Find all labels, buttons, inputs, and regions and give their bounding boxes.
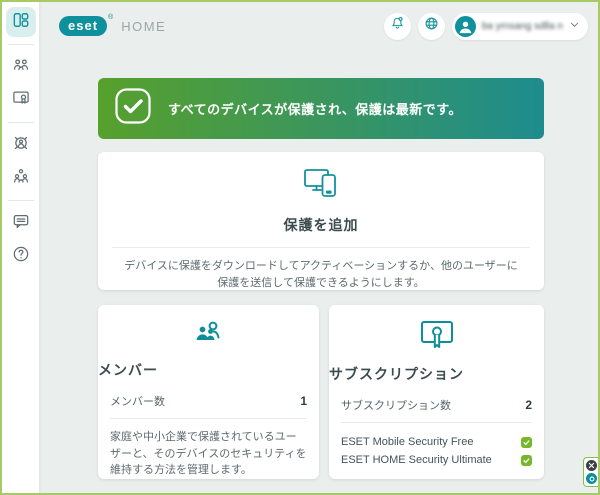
add-protection-title: 保護を追加: [283, 217, 359, 233]
members-group-icon: [98, 319, 319, 351]
chat-icon: [11, 211, 31, 236]
divider: [341, 422, 532, 423]
user-menu[interactable]: ba yrnsang sdlla n: [451, 12, 588, 40]
check-badge-icon: [521, 436, 532, 448]
sidebar-item-family[interactable]: [6, 163, 36, 193]
devices-icon: [301, 169, 341, 205]
widget-close-icon[interactable]: [586, 460, 597, 471]
sidebar-divider: [7, 44, 34, 45]
subscription-certificate-icon: [329, 319, 544, 355]
sidebar-item-members[interactable]: [6, 52, 36, 82]
divider: [112, 247, 530, 248]
members-title: メンバー: [98, 362, 158, 378]
divider: [110, 418, 307, 419]
sidebar-item-feedback[interactable]: [6, 208, 36, 238]
certificate-icon: [11, 88, 31, 113]
dashboard-icon: [11, 10, 31, 35]
subscription-list: ESET Mobile Security Free ESET HOME Secu…: [329, 433, 544, 469]
subscriptions-title: サブスクリプション: [329, 366, 464, 382]
header-actions: ba yrnsang sdlla n: [383, 12, 588, 40]
subscriptions-count: 2: [525, 398, 532, 412]
floating-widget: [583, 457, 598, 487]
sidebar-item-subscriptions[interactable]: [6, 85, 36, 115]
subscriptions-count-label: サブスクリプション数: [341, 400, 451, 412]
check-square-icon: [114, 87, 152, 130]
help-icon: [11, 244, 31, 269]
sidebar-divider: [7, 200, 34, 201]
product-name: HOME: [121, 19, 167, 34]
sidebar-item-dashboard[interactable]: [5, 7, 36, 37]
subscription-row: ESET Mobile Security Free: [329, 433, 544, 451]
protection-status-banner: すべてのデバイスが保護され、保護は最新です。: [98, 78, 544, 139]
add-protection-description: デバイスに保護をダウンロードしてアクティベーションするか、他のユーザーに保護を送…: [124, 260, 518, 290]
avatar: [454, 15, 476, 37]
user-display-name: ba yrnsang sdlla n: [481, 20, 563, 32]
check-badge-icon: [521, 454, 532, 466]
subscription-name: ESET Mobile Security Free: [341, 436, 474, 448]
subscriptions-card[interactable]: サブスクリプション サブスクリプション数 2 ESET Mobile Secur…: [329, 305, 544, 479]
subscription-name: ESET HOME Security Ultimate: [341, 454, 492, 466]
sidebar: [2, 2, 39, 493]
add-protection-card[interactable]: 保護を追加 デバイスに保護をダウンロードしてアクティベーションするか、他のユーザ…: [98, 152, 544, 290]
members-description: 家庭や中小企業で保護されているユーザーと、そのデバイスのセキュリティを維持する方…: [110, 431, 307, 476]
sidebar-divider: [7, 122, 34, 123]
eset-home-window: eset ® HOME ba yrnsang sdlla n すべてのデバイスが…: [0, 0, 600, 495]
eset-logo: eset: [59, 16, 108, 36]
members-icon: [11, 55, 31, 80]
globe-icon: [423, 15, 440, 37]
members-count: 1: [300, 394, 307, 408]
chevron-down-icon: [569, 17, 580, 35]
language-button[interactable]: [417, 12, 445, 40]
notifications-button[interactable]: [383, 12, 411, 40]
bell-icon: [389, 15, 406, 37]
banner-message: すべてのデバイスが保護され、保護は最新です。: [168, 102, 463, 117]
subscription-row: ESET HOME Security Ultimate: [329, 451, 544, 469]
sidebar-item-help[interactable]: [6, 241, 36, 271]
sidebar-item-anti-theft[interactable]: [6, 130, 36, 160]
eset-home-logo[interactable]: eset ® HOME: [59, 14, 167, 36]
top-header: eset ® HOME ba yrnsang sdlla n: [39, 2, 598, 50]
registered-mark: ®: [108, 14, 114, 21]
family-icon: [11, 166, 31, 191]
widget-app-icon[interactable]: [586, 473, 597, 484]
members-count-label: メンバー数: [110, 396, 165, 408]
members-card[interactable]: メンバー メンバー数 1 家庭や中小企業で保護されているユーザーと、そのデバイス…: [98, 305, 319, 479]
anti-theft-icon: [11, 133, 31, 158]
